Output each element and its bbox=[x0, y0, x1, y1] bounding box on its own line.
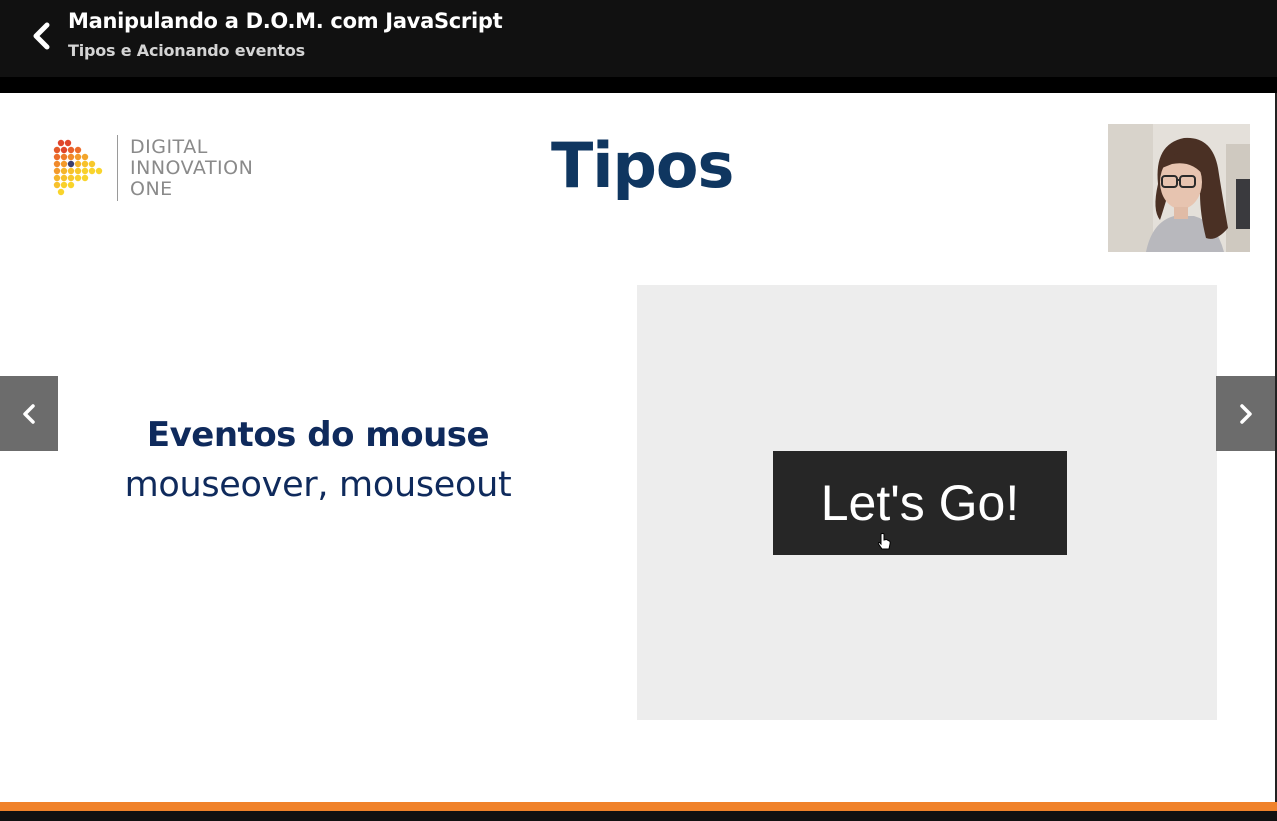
chevron-right-icon bbox=[1239, 403, 1252, 424]
header-divider bbox=[0, 77, 1277, 93]
course-title: Manipulando a D.O.M. com JavaScript bbox=[68, 9, 503, 33]
instructor-image bbox=[1108, 124, 1250, 252]
logo-wordmark: DIGITAL INNOVATION ONE bbox=[130, 137, 253, 200]
player-bottom-band bbox=[0, 811, 1277, 821]
player-header: Manipulando a D.O.M. com JavaScript Tipo… bbox=[0, 0, 1277, 77]
demo-preview-panel: Let's Go! bbox=[637, 285, 1217, 720]
event-types: mouseover, mouseout bbox=[124, 465, 512, 505]
chevron-left-icon bbox=[23, 403, 35, 424]
lets-go-button[interactable]: Let's Go! bbox=[773, 451, 1067, 555]
chevron-left-icon bbox=[33, 22, 50, 50]
progress-bar[interactable] bbox=[0, 802, 1277, 811]
video-slide[interactable]: DIGITAL INNOVATION ONE Tipos Eventos do … bbox=[0, 93, 1275, 802]
logo-line: ONE bbox=[130, 178, 173, 200]
instructor-webcam bbox=[1108, 124, 1250, 252]
logo-divider bbox=[117, 135, 118, 201]
lesson-title: Tipos e Acionando eventos bbox=[68, 41, 305, 60]
previous-slide-button[interactable] bbox=[0, 376, 58, 451]
back-button[interactable] bbox=[22, 16, 60, 56]
hand-cursor-icon bbox=[877, 533, 891, 550]
progress-fill bbox=[0, 802, 1277, 811]
logo-line: INNOVATION bbox=[130, 157, 254, 179]
next-slide-button[interactable] bbox=[1216, 376, 1275, 451]
logo-line: DIGITAL bbox=[130, 136, 208, 158]
event-heading: Eventos do mouse bbox=[146, 415, 490, 455]
slide-title: Tipos bbox=[551, 129, 734, 202]
